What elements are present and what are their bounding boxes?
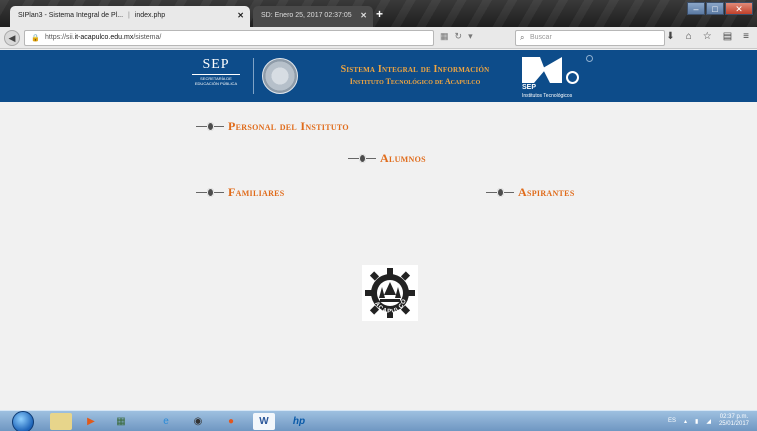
close-window-icon[interactable]: ✕	[725, 2, 753, 15]
menu-link-personal[interactable]: Personal del Instituto	[196, 119, 349, 134]
minimize-icon[interactable]: –	[687, 2, 705, 15]
page-title: Sistema Integral de Información Institut…	[335, 64, 495, 86]
clock[interactable]: 02:37 p.m. 25/01/2017	[719, 414, 749, 428]
sep-logo: SEP SECRETARÍA DE EDUCACIÓN PÚBLICA	[188, 57, 244, 95]
download-icon[interactable]: ⬇	[666, 31, 674, 42]
system-title: Sistema Integral de Información	[340, 64, 490, 75]
tecnm-sep-text: SEP	[522, 84, 537, 91]
url-path: /sistema/	[133, 34, 162, 41]
bird-icon	[348, 153, 376, 164]
network-icon[interactable]: ▮	[695, 418, 698, 425]
bird-icon	[196, 121, 224, 132]
close-tab-icon[interactable]: ✕	[360, 11, 367, 20]
bookmarks-list-icon[interactable]: ▤	[723, 31, 732, 42]
internet-explorer-icon[interactable]: e	[155, 413, 177, 430]
search-icon: ⌕	[520, 33, 525, 42]
bird-icon	[486, 187, 514, 198]
chrome-icon[interactable]: ◉	[187, 413, 209, 430]
browser-tab-strip: SIPlan3 - Sistema Integral de Pl... | in…	[0, 0, 757, 27]
window-controls: – □ ✕	[687, 2, 753, 15]
media-player-icon[interactable]: ▶	[80, 413, 102, 430]
hp-icon[interactable]: hp	[288, 413, 310, 430]
sep-logo-subtext: SECRETARÍA DE EDUCACIÓN PÚBLICA	[194, 76, 238, 86]
file-explorer-icon[interactable]	[50, 413, 72, 430]
sep-logo-text: SEP	[202, 57, 230, 72]
address-bar[interactable]: 🔒 https://sii.it-acapulco.edu.mx/sistema…	[24, 30, 434, 46]
navigation-bar: ◀ 🔒 https://sii.it-acapulco.edu.mx/siste…	[0, 27, 757, 49]
tab-title: SIPlan3 - Sistema Integral de Pl...	[18, 12, 124, 19]
flag-icon[interactable]: ▴	[684, 418, 687, 425]
tecnm-ring-icon	[566, 71, 579, 84]
tab-title: SD: Enero 25, 2017 02:37:05	[261, 12, 352, 19]
menu-link-familiares[interactable]: Familiares	[196, 185, 285, 200]
tecnm-text: Institutos Tecnológicos	[522, 93, 573, 99]
registered-icon	[586, 55, 593, 62]
bookmark-star-icon[interactable]: ☆	[703, 31, 712, 42]
institute-title: Instituto Tecnológico de Acapulco	[349, 77, 481, 86]
word-icon[interactable]: W	[253, 413, 275, 430]
tab-sd[interactable]: SD: Enero 25, 2017 02:37:05 ✕	[253, 6, 373, 27]
firefox-icon[interactable]: ●	[220, 413, 242, 430]
url-domain: it-acapulco.edu.mx	[74, 34, 134, 41]
menu-icon[interactable]: ≡	[743, 31, 749, 42]
taskbar: ▶ ▦ e ◉ ● W hp ES ▴ ▮ ◢ 02:37 p.m. 25/01…	[0, 410, 757, 431]
search-engine-icon[interactable]: ▾	[468, 31, 473, 42]
tecnm-shape-icon	[522, 57, 562, 83]
bird-icon	[196, 187, 224, 198]
menu-label: Familiares	[228, 185, 285, 199]
home-icon[interactable]: ⌂	[686, 31, 692, 42]
institute-logo: ACAPULCO	[362, 265, 418, 321]
search-placeholder: Buscar	[530, 34, 552, 41]
back-icon[interactable]: ◀	[4, 30, 20, 46]
search-input[interactable]: ⌕ Buscar	[515, 30, 665, 46]
calculator-icon[interactable]: ▦	[110, 413, 132, 430]
reload-icon[interactable]: ↻	[455, 31, 463, 42]
national-seal-icon	[262, 58, 298, 94]
menu-label: Personal del Instituto	[228, 119, 349, 133]
site-header: SEP SECRETARÍA DE EDUCACIÓN PÚBLICA Sist…	[0, 50, 757, 102]
maximize-icon[interactable]: □	[706, 2, 724, 15]
volume-icon[interactable]: ◢	[706, 418, 711, 425]
url-prefix: https://sii.	[45, 34, 75, 41]
tab-siplan3[interactable]: SIPlan3 - Sistema Integral de Pl... | in…	[10, 6, 250, 27]
menu-link-aspirantes[interactable]: Aspirantes	[486, 185, 575, 200]
start-button[interactable]	[12, 411, 34, 431]
close-tab-icon[interactable]: ✕	[237, 11, 244, 20]
clock-date: 25/01/2017	[718, 421, 749, 427]
lock-icon: 🔒	[31, 35, 40, 42]
menu-label: Aspirantes	[518, 185, 575, 199]
new-tab-button[interactable]: +	[376, 7, 383, 21]
divider	[253, 58, 254, 94]
clock-time: 02:37 p.m.	[719, 414, 749, 420]
gear-logo-icon: ACAPULCO	[365, 268, 415, 318]
menu-label: Alumnos	[380, 151, 426, 165]
addon-icon[interactable]: ▦	[440, 31, 449, 42]
menu-link-alumnos[interactable]: Alumnos	[348, 151, 426, 166]
nav-mid-icons: ▦ ↻ ▾	[440, 31, 473, 42]
system-tray: ES ▴ ▮ ◢ 02:37 p.m. 25/01/2017	[668, 414, 749, 428]
tab-title: index.php	[134, 12, 166, 19]
tecnm-logo: SEP Institutos Tecnológicos	[522, 53, 602, 99]
toolbar-icons: ⬇ ⌂ ☆ ▤ ≡	[666, 31, 749, 42]
language-indicator[interactable]: ES	[668, 418, 676, 424]
